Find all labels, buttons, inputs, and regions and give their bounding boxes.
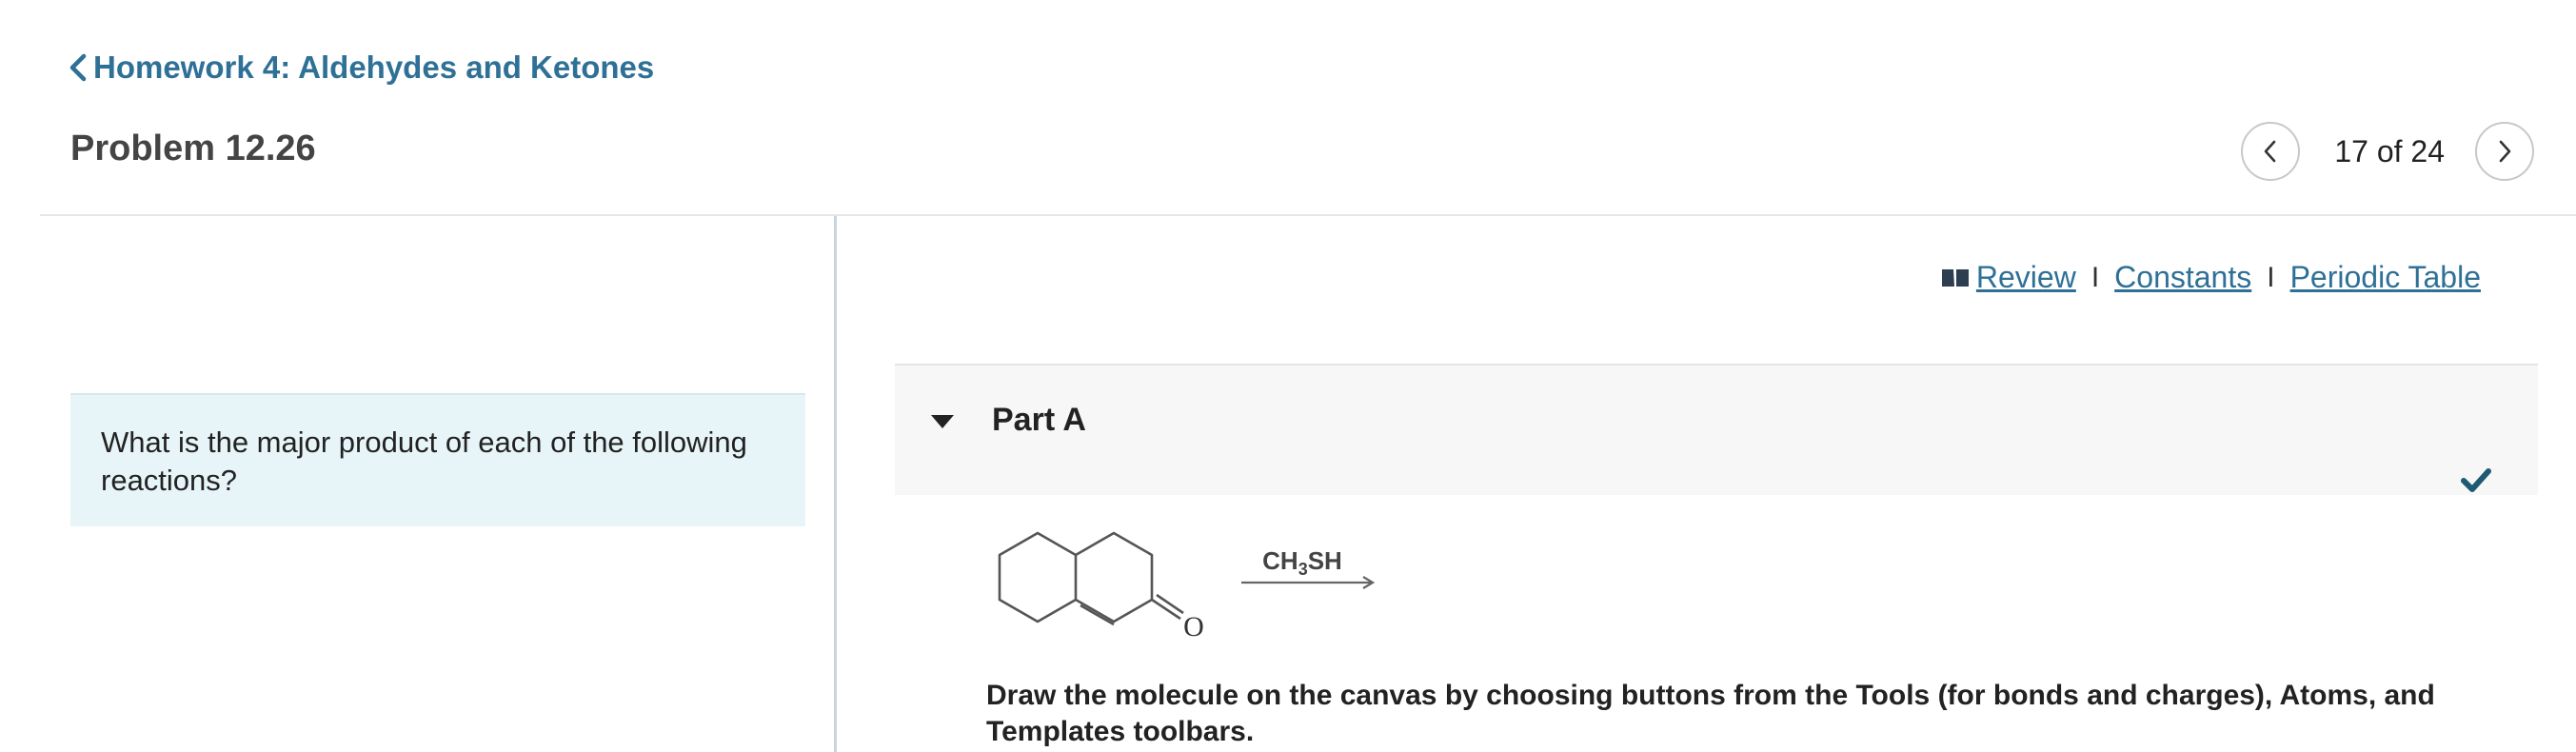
review-link[interactable]: Review <box>1976 260 2076 295</box>
back-link[interactable]: Homework 4: Aldehydes and Ketones <box>69 49 654 86</box>
chevron-right-icon <box>2499 140 2511 163</box>
previous-problem-button[interactable] <box>2241 122 2301 181</box>
link-separator: I <box>2091 261 2100 293</box>
check-icon <box>2461 468 2491 492</box>
problem-count: 17 of 24 <box>2334 133 2445 168</box>
part-a-header[interactable]: Part A <box>895 364 2538 495</box>
link-separator: I <box>2267 261 2275 293</box>
back-link-label: Homework 4: Aldehydes and Ketones <box>93 49 655 85</box>
cyclohexane-ring <box>998 531 1078 623</box>
instructions-text: Draw the molecule on the canvas by choos… <box>986 680 2435 747</box>
next-problem-button[interactable] <box>2475 122 2534 181</box>
problem-title: Problem 12.26 <box>70 129 316 168</box>
question-panel: What is the major product of each of the… <box>70 393 805 526</box>
book-icon <box>1941 268 1969 287</box>
oxygen-atom-label: O <box>1183 611 1204 643</box>
caret-down-icon[interactable] <box>929 413 956 430</box>
constants-link[interactable]: Constants <box>2114 260 2251 295</box>
chevron-left-icon <box>2265 140 2276 163</box>
column-divider <box>834 216 837 752</box>
reaction-scheme: O CH3SH <box>998 531 1376 643</box>
problem-pager: 17 of 24 <box>2241 122 2534 181</box>
question-text: What is the major product of each of the… <box>101 425 747 497</box>
part-title: Part A <box>992 402 1086 438</box>
resource-links: Review I Constants I Periodic Table <box>1940 260 2481 295</box>
chevron-left-icon <box>69 53 87 82</box>
reagent-label: CH3SH <box>1262 546 1342 579</box>
periodic-table-link[interactable]: Periodic Table <box>2290 260 2481 295</box>
header-divider <box>40 214 2576 216</box>
